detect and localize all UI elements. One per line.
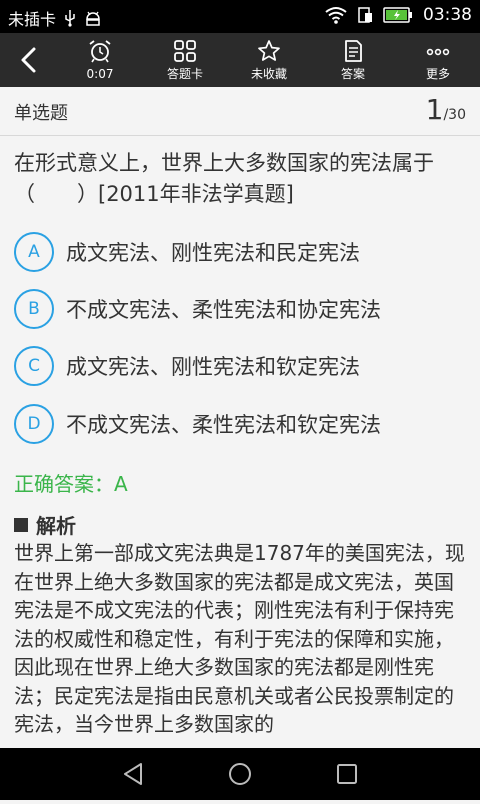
more-dots-icon (426, 48, 450, 56)
analysis-text: 世界上第一部成文宪法典是1787年的美国宪法，现在世界上绝大多数国家的宪法都是成… (14, 541, 465, 736)
document-icon (345, 40, 362, 62)
current-question-number: 1 (425, 93, 444, 126)
usb-icon (65, 10, 75, 27)
system-navigation-bar (0, 748, 480, 800)
answer-card-label: 答题卡 (166, 67, 203, 81)
question-text: 在形式意义上，世界上大多数国家的宪法属于（ ）[2011年非法学真题] (14, 151, 434, 206)
answer-button[interactable]: 答案 (318, 36, 388, 86)
wifi-icon (325, 7, 347, 24)
clock: 03:38 (423, 5, 472, 25)
option-a-text: 成文宪法、刚性宪法和民定宪法 (66, 241, 360, 265)
status-bar: 未插卡 03:38 (0, 0, 480, 33)
option-c-text: 成文宪法、刚性宪法和钦定宪法 (66, 355, 360, 379)
nav-recents-button[interactable] (307, 748, 387, 800)
answer-card-button[interactable]: 答题卡 (150, 36, 220, 86)
timer-label: 0:07 (86, 67, 114, 81)
nav-back-button[interactable] (93, 748, 173, 800)
carrier-label: 未插卡 (8, 10, 57, 29)
square-bullet-icon (14, 517, 28, 532)
correct-answer: 正确答案：A (14, 472, 128, 496)
battery-icon (383, 7, 412, 23)
analysis-heading: 解析 (14, 510, 76, 539)
circle-home-icon (229, 763, 251, 785)
option-a[interactable]: A 成文宪法、刚性宪法和民定宪法 (14, 230, 466, 274)
triangle-back-icon (124, 763, 142, 785)
favorite-label: 未收藏 (250, 67, 287, 81)
square-recents-icon (337, 764, 357, 784)
grid-icon (174, 40, 196, 62)
answer-label: 答案 (340, 67, 365, 81)
option-c[interactable]: C 成文宪法、刚性宪法和钦定宪法 (14, 344, 466, 388)
question-content[interactable]: 在形式意义上，世界上大多数国家的宪法属于（ ）[2011年非法学真题] A 成文… (0, 136, 480, 748)
question-counter: 1/30 (426, 93, 466, 126)
favorite-button[interactable]: 未收藏 (234, 36, 304, 86)
android-debug-icon (86, 11, 100, 26)
question-type: 单选题 (14, 103, 68, 124)
back-button[interactable] (14, 43, 44, 77)
back-arrow-icon (21, 47, 36, 73)
nav-home-button[interactable] (200, 748, 280, 800)
analysis-title: 解析 (36, 514, 76, 538)
timer-button[interactable]: 0:07 (65, 36, 135, 86)
star-icon (258, 40, 280, 61)
option-c-letter: C (14, 346, 54, 386)
question-header: 单选题 1/30 (0, 87, 480, 136)
option-b-text: 不成文宪法、柔性宪法和协定宪法 (66, 298, 381, 322)
alarm-clock-icon (89, 40, 111, 63)
option-b[interactable]: B 不成文宪法、柔性宪法和协定宪法 (14, 287, 466, 331)
top-toolbar: 0:07 答题卡 未收藏 答案 更多 (0, 33, 480, 87)
option-a-letter: A (14, 232, 54, 272)
total-questions: /30 (443, 107, 466, 123)
sim-icon (358, 7, 372, 23)
option-d[interactable]: D 不成文宪法、柔性宪法和钦定宪法 (14, 402, 466, 446)
option-b-letter: B (14, 289, 54, 329)
option-d-text: 不成文宪法、柔性宪法和钦定宪法 (66, 413, 381, 437)
more-label: 更多 (425, 67, 450, 81)
more-button[interactable]: 更多 (403, 36, 473, 86)
option-d-letter: D (14, 404, 54, 444)
